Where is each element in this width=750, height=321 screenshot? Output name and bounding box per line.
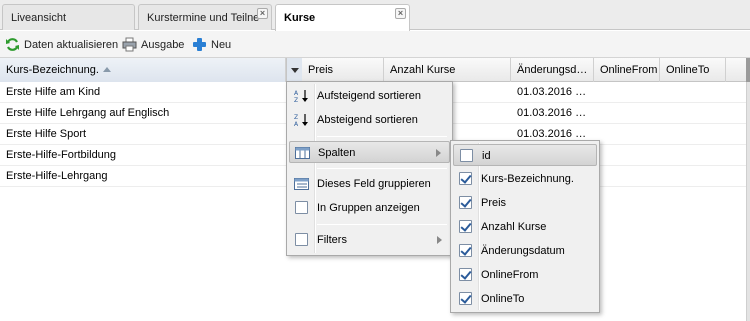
chevron-right-icon [437, 236, 442, 244]
chevron-right-icon [436, 149, 441, 157]
column-header-anzahl-kurse[interactable]: Anzahl Kurse [384, 58, 511, 82]
checkbox[interactable] [295, 233, 308, 246]
new-label: Neu [211, 38, 232, 51]
column-header-label: Preis [308, 64, 334, 76]
columns-icon [295, 146, 310, 160]
columns-submenu: id Kurs-Bezeichnung. Preis Anzahl Kurse … [450, 140, 600, 313]
column-toggle-aenderungsdatum[interactable]: Änderungsdatum [453, 240, 597, 262]
cell-kurs-bezeichnung: Erste-Hilfe-Lehrgang [6, 170, 108, 182]
column-toggle-onlinefrom[interactable]: OnlineFrom [453, 264, 597, 286]
toolbar: Daten aktualisieren Ausgabe Neu [0, 31, 750, 58]
menu-item-show-in-groups[interactable]: In Gruppen anzeigen [289, 197, 450, 219]
checkbox[interactable] [459, 244, 472, 257]
svg-text:A: A [294, 121, 299, 127]
new-button[interactable]: Neu [192, 36, 231, 53]
column-header-onlinefrom[interactable]: OnlineFrom [594, 58, 660, 82]
print-button[interactable]: Ausgabe [122, 36, 184, 53]
tab-liveansicht[interactable]: Liveansicht [2, 4, 135, 30]
menu-item-sort-ascending[interactable]: AZ Aufsteigend sortieren [289, 85, 450, 107]
menu-item-label: Dieses Feld gruppieren [317, 178, 431, 190]
tab-strip: Liveansicht Kurstermine und Teilne × Kur… [0, 0, 750, 31]
menu-item-label: Filters [317, 234, 347, 246]
cell-kurs-bezeichnung: Erste Hilfe Sport [6, 128, 87, 140]
column-toggle-kurs-bezeichnung[interactable]: Kurs-Bezeichnung. [453, 168, 597, 190]
column-header-onlineto[interactable]: OnlineTo [660, 58, 726, 82]
checkbox[interactable] [459, 172, 472, 185]
menu-separator [317, 224, 447, 225]
menu-item-label: OnlineTo [481, 293, 525, 305]
cell-kurs-bezeichnung: Erste Hilfe Lehrgang auf Englisch [6, 107, 170, 119]
checkbox[interactable] [295, 201, 308, 214]
column-header-label: OnlineFrom [600, 64, 658, 76]
menu-item-label: Kurs-Bezeichnung. [481, 173, 574, 185]
menu-item-label: Absteigend sortieren [317, 114, 418, 126]
column-header-preis[interactable]: Preis [302, 58, 384, 82]
vertical-scrollbar[interactable] [746, 58, 750, 321]
checkbox[interactable] [459, 220, 472, 233]
column-toggle-preis[interactable]: Preis [453, 192, 597, 214]
scrollbar-header-cap [746, 58, 750, 82]
sort-desc-icon: ZA [294, 113, 309, 128]
column-menu-trigger[interactable] [286, 58, 302, 82]
menu-item-label: id [482, 150, 491, 162]
tab-label: Liveansicht [11, 12, 67, 24]
cell-aenderungsdatum: 01.03.2016 … [517, 107, 587, 119]
cell-kurs-bezeichnung: Erste-Hilfe-Fortbildung [6, 149, 117, 161]
column-header-aenderungsdatum[interactable]: Änderungsd… [511, 58, 594, 82]
plus-icon [192, 37, 207, 52]
menu-item-label: Preis [481, 197, 507, 209]
checkbox[interactable] [460, 149, 473, 162]
menu-item-filters[interactable]: Filters [289, 229, 450, 251]
menu-item-columns[interactable]: Spalten [289, 141, 450, 163]
sort-asc-indicator-icon [102, 67, 111, 72]
tab-label: Kurse [284, 12, 316, 24]
sort-asc-icon: AZ [294, 89, 309, 104]
checkbox[interactable] [459, 292, 472, 305]
menu-item-label: In Gruppen anzeigen [317, 202, 420, 214]
column-header-label: Anzahl Kurse [390, 64, 456, 76]
column-toggle-id[interactable]: id [453, 144, 597, 166]
column-toggle-anzahl-kurse[interactable]: Anzahl Kurse [453, 216, 597, 238]
menu-item-label: Spalten [318, 147, 356, 159]
close-icon[interactable]: × [257, 8, 268, 19]
menu-item-label: Anzahl Kurse [481, 221, 547, 233]
group-icon [294, 177, 309, 191]
column-menu: AZ Aufsteigend sortieren ZA Absteigend s… [286, 81, 453, 256]
menu-item-sort-descending[interactable]: ZA Absteigend sortieren [289, 109, 450, 131]
grid-header: Kurs-Bezeichnung. Preis Anzahl Kurse Änd… [0, 58, 750, 82]
tab-kurstermine[interactable]: Kurstermine und Teilne × [138, 4, 272, 30]
menu-separator [317, 168, 447, 169]
menu-item-group-by-field[interactable]: Dieses Feld gruppieren [289, 173, 450, 195]
tab-kurse[interactable]: Kurse × [275, 4, 410, 31]
refresh-label: Daten aktualisieren [24, 38, 119, 51]
print-icon [122, 37, 137, 52]
print-label: Ausgabe [141, 38, 185, 51]
close-icon[interactable]: × [395, 8, 406, 19]
svg-text:Z: Z [294, 114, 298, 121]
menu-item-label: Änderungsdatum [481, 245, 565, 257]
column-toggle-onlineto[interactable]: OnlineTo [453, 288, 597, 310]
column-header-kurs-bezeichnung[interactable]: Kurs-Bezeichnung. [0, 58, 286, 82]
tab-label: Kurstermine und Teilne [147, 12, 260, 24]
refresh-button[interactable]: Daten aktualisieren [5, 36, 118, 53]
svg-text:A: A [294, 90, 299, 97]
checkbox[interactable] [459, 196, 472, 209]
menu-item-label: Aufsteigend sortieren [317, 90, 421, 102]
cell-aenderungsdatum: 01.03.2016 … [517, 86, 587, 98]
checkbox[interactable] [459, 268, 472, 281]
menu-separator [317, 136, 447, 137]
column-header-label: Änderungsd… [517, 64, 588, 76]
menu-item-label: OnlineFrom [481, 269, 539, 281]
refresh-icon [5, 37, 20, 52]
column-header-label: OnlineTo [666, 64, 710, 76]
cell-kurs-bezeichnung: Erste Hilfe am Kind [6, 86, 101, 98]
svg-text:Z: Z [294, 97, 298, 103]
column-header-label: Kurs-Bezeichnung. [6, 64, 99, 76]
